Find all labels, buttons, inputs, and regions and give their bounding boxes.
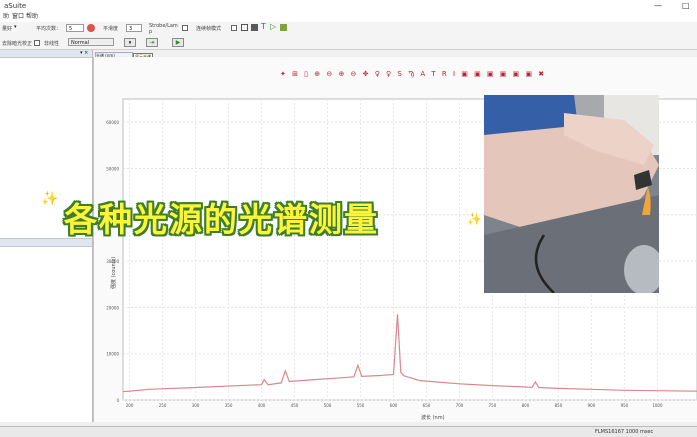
x-tick-label: 250 — [159, 403, 167, 408]
save-icon[interactable] — [251, 24, 258, 31]
x-tick-label: 500 — [324, 403, 332, 408]
x-tick-label: 850 — [555, 403, 563, 408]
strobe-label: Strobe/Lam — [149, 23, 178, 29]
sparkle-left-icon: ✨ — [41, 191, 59, 207]
text-tool-icon[interactable]: T — [261, 22, 266, 31]
x-tick-label: 750 — [489, 403, 497, 408]
chevron-down-icon[interactable]: ▾ — [14, 24, 17, 30]
y-tick-label: 60000 — [106, 120, 119, 125]
menu-item-window[interactable]: 窗口 — [12, 12, 24, 22]
video-caption: 各种光源的光谱测量 — [64, 200, 379, 239]
x-tick-label: 650 — [423, 403, 431, 408]
smooth-input[interactable]: 3 — [126, 24, 142, 32]
export-icon[interactable] — [280, 24, 287, 31]
acquisition-toolbar: 量好 ▾ 平均次数： 5 平滑度 3 Strobe/Lam p 连续帧模式 T … — [0, 22, 697, 50]
maximize-button[interactable]: □ — [682, 0, 690, 12]
title-bar: aSuite — □ — [0, 0, 697, 12]
sparkle-right-icon: ✨ — [467, 212, 482, 226]
menu-item-0[interactable]: 助 — [3, 12, 9, 22]
y-axis-label: 强度 (counts) — [110, 257, 117, 289]
strobe-sub-label: p — [149, 29, 153, 35]
x-tick-label: 600 — [390, 403, 398, 408]
auto-label: 连续帧模式 — [196, 26, 222, 32]
minimize-button[interactable]: — — [654, 0, 662, 12]
pin-icon[interactable]: ▾ × — [80, 50, 88, 56]
smooth-label: 平滑度 — [103, 26, 119, 32]
x-tick-label: 1000 — [652, 403, 663, 408]
y-tick-label: 20000 — [106, 305, 119, 310]
window-title: aSuite — [4, 2, 27, 10]
play-small-icon[interactable]: ▷ — [270, 22, 276, 31]
x-tick-label: 350 — [225, 403, 233, 408]
strobe-checkbox[interactable] — [182, 25, 188, 31]
average-input[interactable]: 5 — [66, 24, 84, 32]
frame-icon[interactable] — [241, 24, 248, 31]
x-tick-label: 800 — [522, 403, 530, 408]
status-bar: FLMS16167 1000 msec — [0, 426, 697, 437]
average-label: 平均次数： — [36, 26, 62, 32]
dark-correction-label: 去除暗光校正 — [2, 41, 33, 47]
x-tick-label: 300 — [192, 403, 200, 408]
menu-item-help[interactable]: 帮助 — [26, 12, 38, 22]
start-acquisition-button[interactable]: ▶ — [172, 38, 184, 47]
x-tick-label: 900 — [588, 403, 596, 408]
x-tick-label: 950 — [621, 403, 629, 408]
x-tick-label: 200 — [126, 403, 134, 408]
stop-icon[interactable] — [87, 24, 95, 32]
mode-label: 量好 — [2, 26, 13, 32]
x-tick-label: 400 — [258, 403, 266, 408]
dark-correction-checkbox[interactable] — [34, 40, 40, 46]
single-scan-button[interactable]: ⏸ — [124, 38, 136, 47]
step-button[interactable]: ⇥ — [146, 38, 158, 47]
y-tick-label: 0 — [116, 398, 119, 403]
nonlinear-label: 非线性 — [44, 41, 60, 47]
x-tick-label: 450 — [291, 403, 299, 408]
x-axis-label: 波长 (nm) — [421, 414, 445, 421]
video-inset-photo — [484, 95, 659, 293]
panel-header-top — [0, 50, 92, 58]
auto-checkbox[interactable] — [231, 25, 237, 31]
x-tick-label: 550 — [357, 403, 365, 408]
x-tick-label: 700 — [456, 403, 464, 408]
y-tick-label: 50000 — [106, 166, 119, 171]
trigger-mode-select[interactable]: Normal — [68, 38, 114, 46]
y-tick-label: 10000 — [106, 352, 119, 357]
